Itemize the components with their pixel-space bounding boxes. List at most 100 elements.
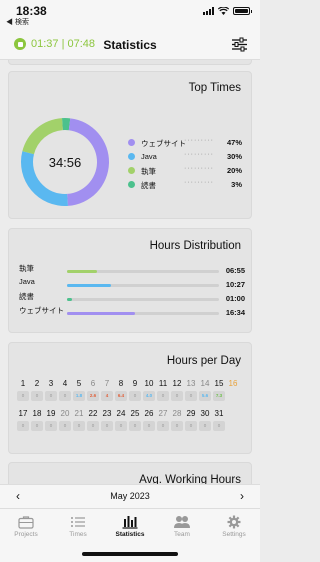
legend-percent: 20%	[226, 166, 242, 175]
day-hours[interactable]: 1.8	[73, 391, 85, 401]
day-number: 1	[20, 379, 26, 388]
leader-dots: ·········	[184, 165, 214, 172]
bar-chart-icon	[122, 516, 138, 529]
day-number: 13	[186, 379, 196, 388]
day-hours[interactable]: 2.6	[87, 391, 99, 401]
day-hours[interactable]: 4.0	[143, 391, 155, 401]
day-hours[interactable]: 0	[45, 421, 57, 431]
hours-per-day-card: Hours per Day 1 0 2 0 3 0 4 0 5 1.8 6 2.6 7 4 8 6.4 9 0 10…	[8, 342, 252, 454]
team-icon	[174, 516, 190, 528]
day-hours[interactable]: 0	[171, 391, 183, 401]
legend-label: 執筆	[141, 167, 156, 176]
day-hours[interactable]: 0	[87, 421, 99, 431]
distribution-row: 読書 01:00	[19, 291, 245, 305]
day-number: 8	[118, 379, 124, 388]
tab-label: Settings	[222, 531, 246, 538]
distribution-track	[67, 298, 219, 301]
day-hours[interactable]: 0	[31, 421, 43, 431]
day-hours[interactable]: 0	[115, 421, 127, 431]
legend-item: 執筆 ········· 20%	[128, 165, 248, 177]
day-number: 23	[102, 409, 112, 418]
tab-times[interactable]: Times	[52, 515, 104, 538]
day-number: 17	[18, 409, 28, 418]
day-hours[interactable]: 0	[17, 421, 29, 431]
tab-label: Statistics	[115, 531, 145, 538]
distribution-row: Java 10:27	[19, 277, 245, 291]
day-number: 22	[88, 409, 98, 418]
day-hours[interactable]: 0	[199, 421, 211, 431]
hours-distribution-card: Hours Distribution 執筆 06:55 Java 10:27 読書 01:…	[8, 228, 252, 333]
top-times-card: Top Times 34:56 ウェブサイト ········· 47% Java ··…	[8, 71, 252, 219]
distribution-row: ウェブサイト 16:34	[19, 305, 245, 319]
legend-dot	[128, 167, 135, 174]
day-number: 30	[200, 409, 210, 418]
avg-working-hours-card: Avg. Working Hours	[8, 462, 252, 484]
tab-team[interactable]: Team	[156, 515, 208, 538]
day-hours[interactable]: 0	[101, 421, 113, 431]
signal-icon	[203, 7, 214, 15]
tab-statistics[interactable]: Statistics	[104, 515, 156, 538]
day-number: 11	[158, 379, 168, 388]
legend-percent: 3%	[231, 180, 242, 189]
next-month-button[interactable]: ›	[240, 489, 244, 503]
legend-label: ウェブサイト	[141, 139, 186, 148]
day-number: 29	[186, 409, 196, 418]
day-hours[interactable]: 0	[171, 421, 183, 431]
day-hours[interactable]: 0	[129, 421, 141, 431]
day-hours[interactable]: 4	[101, 391, 113, 401]
previous-card	[8, 60, 252, 65]
day-hours[interactable]: 0	[185, 421, 197, 431]
day-number: 10	[144, 379, 154, 388]
day-hours[interactable]: 7.3	[213, 391, 225, 401]
avg-working-hours-title: Avg. Working Hours	[139, 474, 241, 484]
distribution-row: 執筆 06:55	[19, 263, 245, 277]
day-number: 26	[144, 409, 154, 418]
home-indicator	[82, 552, 178, 556]
statistics-scroll[interactable]: Top Times 34:56 ウェブサイト ········· 47% Java ··…	[0, 60, 260, 484]
day-hours[interactable]: 6.4	[115, 391, 127, 401]
list-icon	[71, 517, 85, 527]
legend-dot	[128, 153, 135, 160]
day-hours[interactable]: 0	[143, 421, 155, 431]
top-times-donut-chart: 34:56	[20, 118, 110, 206]
distribution-value: 06:55	[225, 266, 245, 275]
distribution-bar	[67, 298, 72, 301]
filter-settings-icon[interactable]	[231, 37, 248, 52]
status-bar: 18:38 ◀ 検索	[0, 0, 260, 30]
day-hours[interactable]: 0	[17, 391, 29, 401]
status-time: 18:38	[16, 4, 47, 18]
donut-slice	[22, 118, 63, 155]
day-hours[interactable]: 0	[59, 391, 71, 401]
day-number: 7	[104, 379, 110, 388]
legend-dot	[128, 181, 135, 188]
day-hours[interactable]: 0	[157, 421, 169, 431]
day-hours[interactable]: 0	[185, 391, 197, 401]
briefcase-icon	[18, 516, 34, 529]
day-hours[interactable]: 0	[129, 391, 141, 401]
day-number: 16	[228, 379, 238, 388]
distribution-value: 01:00	[225, 294, 245, 303]
hours-per-day-title: Hours per Day	[166, 355, 241, 367]
day-hours[interactable]: 0	[213, 421, 225, 431]
back-link[interactable]: ◀ 検索	[6, 17, 29, 27]
day-number: 31	[214, 409, 224, 418]
day-hours[interactable]: 0	[31, 391, 43, 401]
month-label: May 2023	[110, 491, 150, 501]
day-hours[interactable]: 0	[73, 421, 85, 431]
gear-icon	[227, 515, 241, 529]
day-hours[interactable]: 5.6	[199, 391, 211, 401]
donut-slice	[61, 118, 71, 131]
tab-projects[interactable]: Projects	[0, 515, 52, 538]
legend-dot	[128, 139, 135, 146]
header: 01:37 | 07:48 Statistics	[0, 30, 260, 60]
tab-settings[interactable]: Settings	[208, 515, 260, 538]
day-number: 2	[34, 379, 40, 388]
day-hours[interactable]: 0	[45, 391, 57, 401]
day-hours[interactable]: 0	[59, 421, 71, 431]
distribution-track	[67, 270, 219, 273]
day-number: 28	[172, 409, 182, 418]
day-hours[interactable]: 0	[157, 391, 169, 401]
legend-percent: 47%	[226, 138, 242, 147]
total-time: 34:56	[49, 155, 82, 170]
wifi-icon	[218, 7, 229, 15]
